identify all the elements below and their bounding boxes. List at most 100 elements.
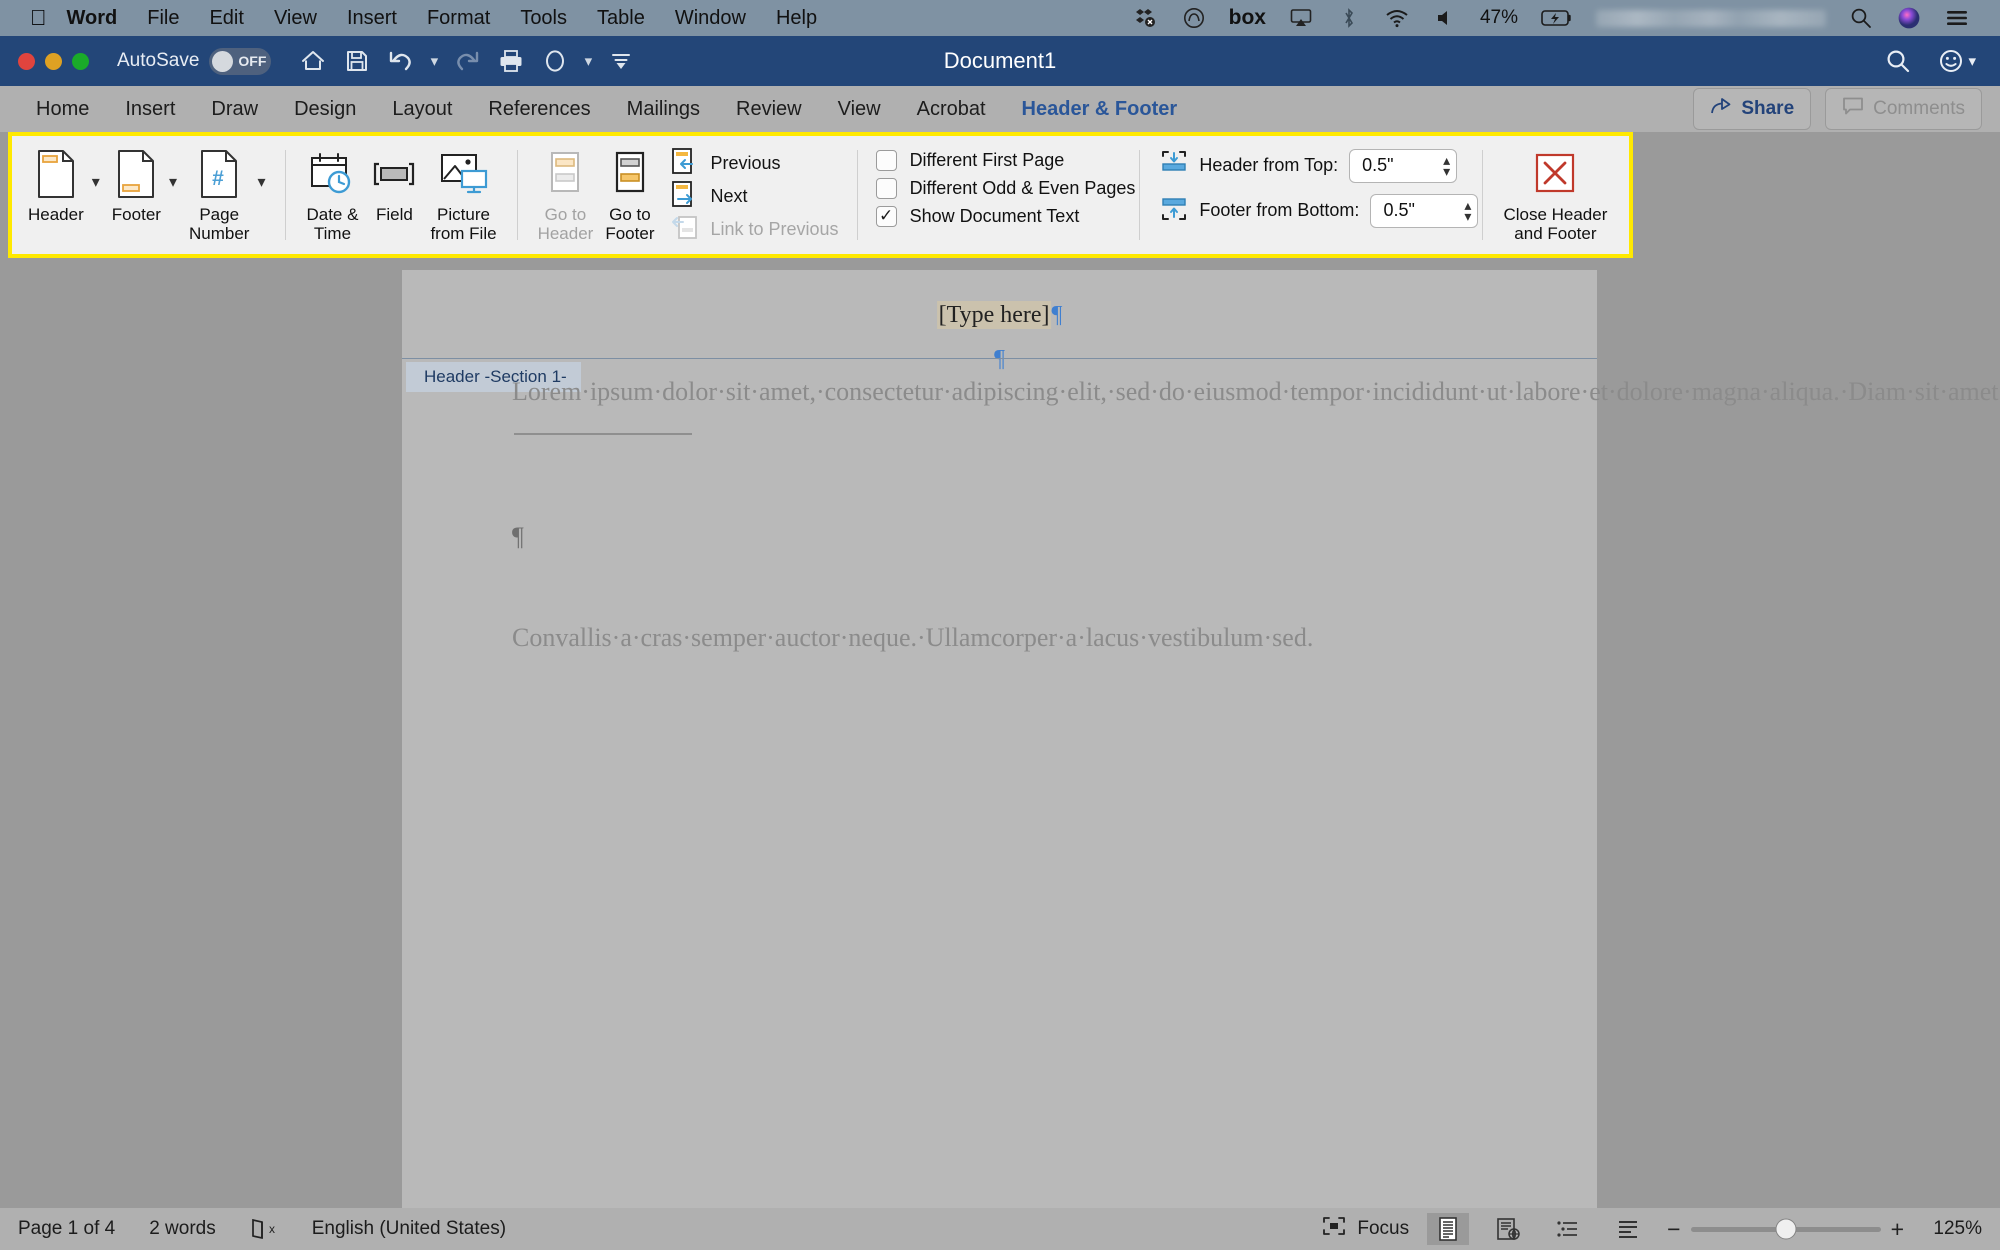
different-first-page-checkbox[interactable]: [875, 149, 897, 171]
save-icon[interactable]: [337, 41, 377, 81]
format-picker-chevron-down-icon[interactable]: ▾: [579, 41, 597, 81]
go-to-footer-button[interactable]: Go to Footer: [599, 144, 660, 247]
creative-cloud-icon[interactable]: [1181, 6, 1207, 30]
page-number-chevron-down-icon[interactable]: ▾: [257, 144, 265, 192]
focus-button[interactable]: Focus: [1321, 1215, 1409, 1243]
menu-help[interactable]: Help: [776, 7, 817, 30]
zoom-out-button[interactable]: −: [1667, 1217, 1680, 1241]
tab-mailings[interactable]: Mailings: [609, 94, 718, 125]
show-document-text-checkbox[interactable]: ✓: [875, 205, 897, 227]
different-odd-even-pages-checkbox[interactable]: [875, 177, 897, 199]
page-number-split-button[interactable]: # Page Number ▾: [183, 144, 272, 247]
header-from-top-stepper[interactable]: 0.5" ▴ ▾: [1349, 148, 1458, 183]
menu-window[interactable]: Window: [675, 7, 746, 30]
footer-from-bottom-arrows[interactable]: ▴ ▾: [1458, 198, 1471, 223]
different-first-page-option[interactable]: Different First Page: [875, 149, 1136, 171]
print-icon[interactable]: [491, 41, 531, 81]
header-button[interactable]: Header: [22, 144, 90, 228]
menu-file[interactable]: File: [147, 7, 179, 30]
share-button[interactable]: Share: [1693, 88, 1812, 130]
zoom-in-button[interactable]: +: [1891, 1217, 1904, 1241]
header-chevron-down-icon[interactable]: ▾: [92, 144, 100, 192]
spotlight-search-icon[interactable]: [1848, 6, 1874, 30]
close-header-and-footer-button[interactable]: Close Header and Footer: [1497, 144, 1613, 247]
document-canvas[interactable]: [Type here]¶ ¶ Header -Section 1- Lorem·…: [0, 258, 2000, 1230]
tab-review[interactable]: Review: [718, 94, 820, 125]
menu-view[interactable]: View: [274, 7, 317, 30]
close-window-button[interactable]: [18, 52, 35, 70]
dropbox-icon[interactable]: [1133, 6, 1159, 30]
siri-icon[interactable]: [1896, 6, 1922, 30]
header-from-top-value[interactable]: 0.5": [1362, 155, 1437, 176]
picture-from-file-button[interactable]: Picture from File: [424, 144, 502, 247]
volume-icon[interactable]: [1432, 6, 1458, 30]
proofing-errors-icon[interactable]: x: [250, 1217, 278, 1241]
minimize-window-button[interactable]: [45, 52, 62, 70]
print-layout-view-icon[interactable]: [1427, 1213, 1470, 1245]
zoom-level-label[interactable]: 125%: [1922, 1218, 1982, 1240]
header-placeholder-text[interactable]: [Type here]: [936, 301, 1052, 329]
show-document-text-option[interactable]: ✓ Show Document Text: [875, 205, 1136, 227]
menu-insert[interactable]: Insert: [347, 7, 397, 30]
footer-split-button[interactable]: Footer ▾: [106, 144, 183, 228]
autosave-control[interactable]: AutoSave OFF: [117, 47, 272, 75]
box-menu-icon[interactable]: box: [1229, 6, 1266, 30]
menu-tools[interactable]: Tools: [520, 7, 567, 30]
page-indicator[interactable]: Page 1 of 4: [18, 1218, 115, 1240]
go-to-header-button[interactable]: Go to Header: [532, 144, 600, 247]
apple-logo-icon[interactable]: : [30, 7, 47, 29]
outline-view-icon[interactable]: [1547, 1213, 1589, 1245]
body-paragraph-1[interactable]: Lorem·ipsum·dolor·sit·amet,·consectetur·…: [512, 372, 2000, 453]
zoom-slider-track[interactable]: [1690, 1218, 1881, 1240]
control-center-icon[interactable]: [1944, 6, 1970, 30]
header-placeholder-field[interactable]: [Type here]¶: [936, 301, 1062, 329]
page-number-button[interactable]: # Page Number: [183, 144, 255, 247]
header-split-button[interactable]: Header ▾: [22, 144, 106, 228]
document-body-text[interactable]: Lorem·ipsum·dolor·sit·amet,·consectetur·…: [512, 372, 2000, 659]
header-from-top-arrows[interactable]: ▴ ▾: [1437, 153, 1450, 178]
comments-button[interactable]: Comments: [1825, 88, 1982, 130]
previous-section-button[interactable]: Previous: [666, 147, 842, 180]
word-count[interactable]: 2 words: [149, 1218, 216, 1240]
tab-header-and-footer[interactable]: Header & Footer: [1004, 94, 1196, 135]
undo-icon[interactable]: [381, 41, 421, 81]
body-paragraph-2[interactable]: Convallis·a·cras·semper·auctor·neque.·Ul…: [512, 618, 1442, 659]
autosave-toggle[interactable]: OFF: [209, 47, 272, 75]
tab-insert[interactable]: Insert: [107, 94, 193, 125]
airplay-icon[interactable]: [1288, 6, 1314, 30]
undo-dropdown-chevron-down-icon[interactable]: ▾: [425, 41, 443, 81]
link-to-previous-button[interactable]: Link to Previous: [666, 213, 842, 246]
smiley-icon[interactable]: ▾: [1938, 41, 1976, 81]
wifi-icon[interactable]: [1384, 6, 1410, 30]
search-icon[interactable]: [1878, 41, 1918, 81]
web-layout-view-icon[interactable]: [1487, 1213, 1529, 1245]
stepper-down-icon[interactable]: ▾: [1443, 164, 1450, 178]
menu-table[interactable]: Table: [597, 7, 645, 30]
tab-home[interactable]: Home: [18, 94, 107, 125]
draft-view-icon[interactable]: [1607, 1213, 1649, 1245]
footer-button[interactable]: Footer: [106, 144, 167, 228]
redo-icon[interactable]: [447, 41, 487, 81]
footer-from-bottom-value[interactable]: 0.5": [1383, 200, 1458, 221]
menu-format[interactable]: Format: [427, 7, 490, 30]
zoom-slider-control[interactable]: − +: [1667, 1217, 1904, 1241]
next-section-button[interactable]: Next: [666, 180, 842, 213]
language-indicator[interactable]: English (United States): [312, 1218, 506, 1240]
tab-view[interactable]: View: [820, 94, 899, 125]
customize-toolbar-icon[interactable]: [601, 41, 641, 81]
bluetooth-icon[interactable]: [1336, 6, 1362, 30]
date-and-time-button[interactable]: Date & Time: [300, 144, 364, 247]
document-page[interactable]: [Type here]¶ ¶ Header -Section 1- Lorem·…: [402, 270, 2000, 1230]
tab-acrobat[interactable]: Acrobat: [899, 94, 1004, 125]
home-icon[interactable]: [293, 41, 333, 81]
battery-charging-icon[interactable]: [1540, 6, 1574, 30]
tab-draw[interactable]: Draw: [193, 94, 276, 125]
tab-design[interactable]: Design: [276, 94, 374, 125]
menu-edit[interactable]: Edit: [209, 7, 243, 30]
different-odd-even-pages-option[interactable]: Different Odd & Even Pages: [875, 177, 1135, 199]
stepper-down-icon[interactable]: ▾: [1464, 209, 1471, 223]
tab-references[interactable]: References: [470, 94, 608, 125]
footer-from-bottom-stepper[interactable]: 0.5" ▴ ▾: [1370, 193, 1479, 228]
tab-layout[interactable]: Layout: [374, 94, 470, 125]
maximize-window-button[interactable]: [72, 52, 89, 70]
